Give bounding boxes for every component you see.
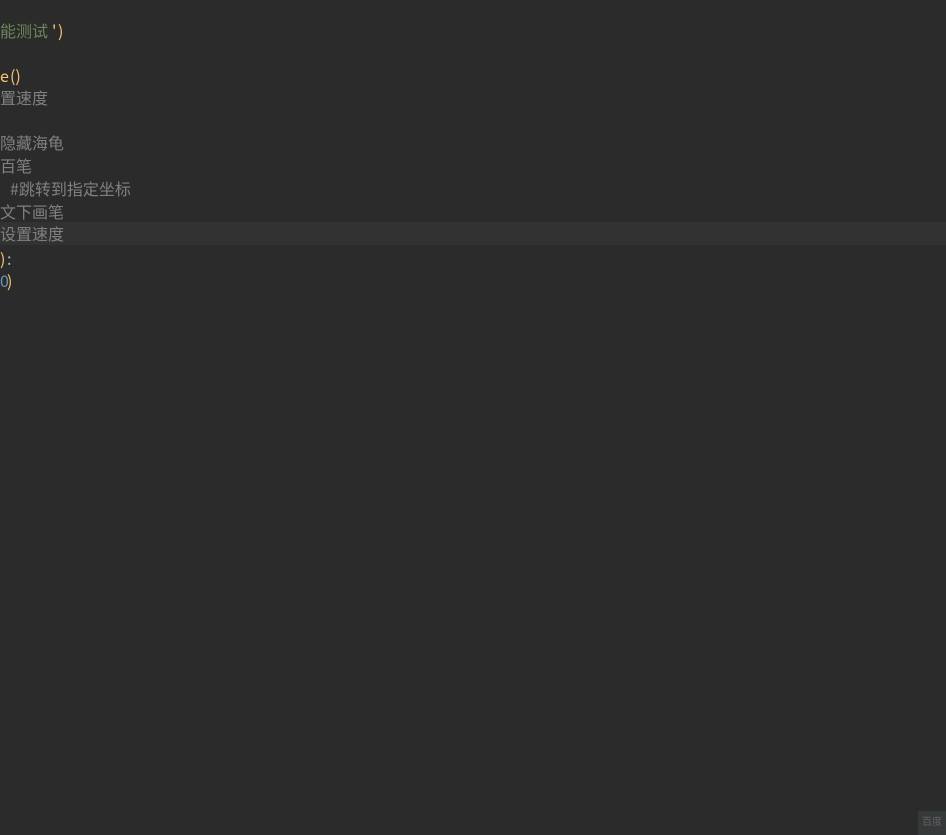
- code-token: ): [0, 247, 5, 270]
- code-token: :: [7, 247, 11, 270]
- code-token: e: [0, 64, 9, 87]
- code-token: 文下画笔: [0, 200, 64, 223]
- code-line[interactable]: [0, 41, 946, 64]
- code-line[interactable]: 百笔: [0, 154, 946, 177]
- code-line[interactable]: #跳转到指定坐标: [0, 177, 946, 200]
- code-line[interactable]: 设置速度: [0, 222, 946, 245]
- code-token: ): [7, 269, 12, 292]
- code-token: [0, 177, 4, 200]
- watermark-badge: 百度: [918, 811, 946, 835]
- code-token: 置速度: [0, 86, 48, 109]
- code-token: #跳转到指定坐标: [10, 177, 131, 200]
- code-token: 能测试: [0, 19, 48, 42]
- code-line[interactable]: 置速度: [0, 86, 946, 109]
- code-line[interactable]: 能测试'): [0, 19, 946, 42]
- code-line[interactable]: ):: [0, 247, 946, 270]
- code-token: 百笔: [0, 154, 32, 177]
- code-line[interactable]: [0, 109, 946, 132]
- code-editor[interactable]: 能测试') e()置速度隐藏海龟百笔 #跳转到指定坐标文下画笔设置速度):0): [0, 0, 946, 835]
- code-line[interactable]: 文下画笔: [0, 200, 946, 223]
- code-line[interactable]: e(): [0, 64, 946, 87]
- code-line[interactable]: 0): [0, 269, 946, 292]
- code-token: 隐藏海龟: [0, 131, 64, 154]
- code-line[interactable]: 隐藏海龟: [0, 131, 946, 154]
- code-token: 设置速度: [0, 222, 64, 245]
- code-token: ': [52, 19, 56, 42]
- code-token: (): [10, 64, 21, 87]
- code-token: ): [58, 19, 63, 42]
